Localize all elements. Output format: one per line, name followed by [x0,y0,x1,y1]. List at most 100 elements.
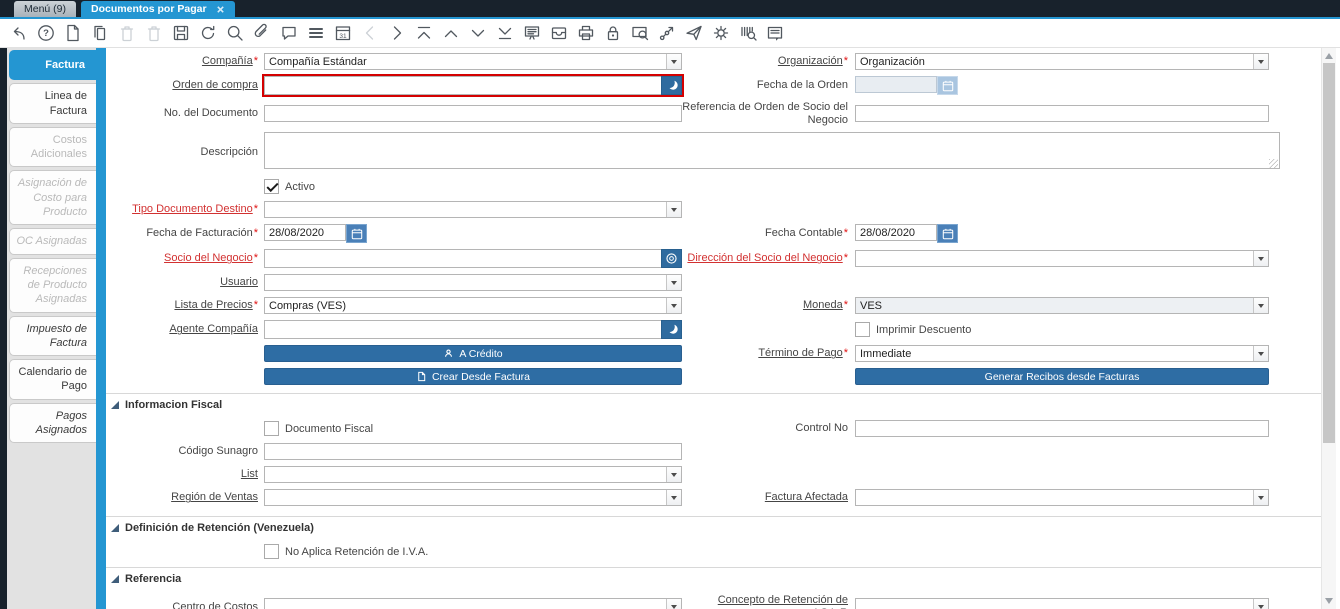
report-icon[interactable] [522,23,542,43]
window-tab-menu[interactable]: Menú (9) [14,1,76,17]
scrollbar-thumb[interactable] [1323,63,1335,443]
descripcion-textarea[interactable] [264,132,1280,169]
direccion-del-socio-label[interactable]: Dirección del Socio del Negocio [687,252,842,264]
chevron-down-icon[interactable] [666,275,681,290]
activo-checkbox[interactable] [264,179,279,194]
usuario-label[interactable]: Usuario [220,276,258,288]
chevron-down-icon[interactable] [666,467,681,482]
chevron-down-icon[interactable] [666,599,681,609]
collapse-section-icon[interactable] [111,401,119,409]
no-del-documento-input[interactable] [264,105,682,122]
collapse-section-icon[interactable] [111,524,119,532]
concepto-retencion-islr-select[interactable] [855,598,1269,609]
chevron-down-icon[interactable] [1253,490,1268,505]
generar-recibos-button[interactable]: Generar Recibos desde Facturas [855,368,1269,385]
preferences-icon[interactable] [711,23,731,43]
fecha-de-facturacion-input[interactable] [264,224,346,241]
codigo-sunagro-input[interactable] [264,443,682,460]
lista-de-precios-label[interactable]: Lista de Precios [174,299,252,311]
calendar-icon[interactable]: 31 [333,23,353,43]
centro-de-costos-label[interactable]: Centro de Costos [172,601,258,609]
factura-afectada-select[interactable] [855,489,1269,506]
chevron-down-icon[interactable] [666,54,681,69]
lista-de-precios-select[interactable]: Compras (VES) [264,297,682,314]
imprimir-descuento-checkbox[interactable] [855,322,870,337]
archive-icon[interactable] [549,23,569,43]
usuario-select[interactable] [264,274,682,291]
orden-de-compra-input[interactable] [264,76,661,95]
chevron-down-icon[interactable] [666,202,681,217]
nav-bottom-icon[interactable] [495,23,515,43]
orden-de-compra-label[interactable]: Orden de compra [172,79,258,91]
termino-de-pago-label[interactable]: Término de Pago [758,347,842,359]
concepto-retencion-islr-label[interactable]: Concepto de Retención de I.S.L.R [718,594,848,609]
chevron-down-icon[interactable] [1253,298,1268,313]
orden-de-compra-lookup-button[interactable] [661,76,682,95]
print-icon[interactable] [576,23,596,43]
compania-select[interactable]: Compañía Estándar [264,53,682,70]
send-icon[interactable] [684,23,704,43]
chevron-down-icon[interactable] [1253,346,1268,361]
chevron-down-icon[interactable] [666,490,681,505]
new-record-icon[interactable] [63,23,83,43]
referencia-orden-socio-input[interactable] [855,105,1269,122]
close-tab-icon[interactable] [216,5,225,14]
chevron-down-icon[interactable] [666,298,681,313]
attachment-icon[interactable] [252,23,272,43]
socio-del-negocio-input[interactable] [264,249,661,268]
sidebar-tab-pagos-asignados[interactable]: Pagos Asignados [9,403,96,444]
nav-up-icon[interactable] [441,23,461,43]
toggle-list-icon[interactable] [306,23,326,43]
chevron-down-icon[interactable] [1253,251,1268,266]
chat-icon[interactable] [279,23,299,43]
save-icon[interactable] [171,23,191,43]
tipo-documento-destino-label[interactable]: Tipo Documento Destino [132,203,253,215]
moneda-label[interactable]: Moneda [803,299,843,311]
factura-afectada-label[interactable]: Factura Afectada [765,491,848,503]
nav-right-icon[interactable] [387,23,407,43]
no-aplica-retencion-iva-checkbox[interactable] [264,544,279,559]
agente-compania-label[interactable]: Agente Compañía [169,323,258,335]
collapse-section-icon[interactable] [111,575,119,583]
sidebar-tab-calendario-de-pago[interactable]: Calendario de Pago [9,359,96,400]
scroll-down-icon[interactable] [1325,598,1333,604]
moneda-select[interactable]: VES [855,297,1269,314]
agente-compania-input[interactable] [264,320,661,339]
control-no-input[interactable] [855,420,1269,437]
tipo-documento-destino-select[interactable] [264,201,682,218]
chevron-down-icon[interactable] [1253,54,1268,69]
list-select[interactable] [264,466,682,483]
socio-del-negocio-label[interactable]: Socio del Negocio [164,252,253,264]
undo-icon[interactable] [9,23,29,43]
business-partner-search-icon[interactable] [661,249,682,268]
nav-down-icon[interactable] [468,23,488,43]
nav-top-icon[interactable] [414,23,434,43]
region-de-ventas-label[interactable]: Región de Ventas [171,491,258,503]
documento-fiscal-checkbox[interactable] [264,421,279,436]
product-info-icon[interactable] [738,23,758,43]
list-label[interactable]: List [241,468,258,480]
sidebar-tab-impuesto-de-factura[interactable]: Impuesto de Factura [9,316,96,357]
scroll-up-icon[interactable] [1325,53,1333,59]
crear-desde-factura-button[interactable]: Crear Desde Factura [264,368,682,385]
copy-record-icon[interactable] [90,23,110,43]
calendar-icon[interactable] [346,224,367,243]
centro-de-costos-select[interactable] [264,598,682,609]
zoom-across-icon[interactable] [630,23,650,43]
sidebar-tab-linea-de-factura[interactable]: Linea de Factura [9,83,96,124]
find-icon[interactable] [225,23,245,43]
help-icon[interactable]: ? [36,23,56,43]
direccion-del-socio-select[interactable] [855,250,1269,267]
calendar-icon[interactable] [937,224,958,243]
help-panel-icon[interactable] [765,23,785,43]
lock-icon[interactable] [603,23,623,43]
fecha-contable-input[interactable] [855,224,937,241]
sidebar-tab-factura[interactable]: Factura [9,50,96,80]
vertical-scrollbar[interactable] [1321,48,1336,609]
refresh-icon[interactable] [198,23,218,43]
termino-de-pago-select[interactable]: Immediate [855,345,1269,362]
compania-label[interactable]: Compañía [202,55,253,67]
organizacion-select[interactable]: Organización [855,53,1269,70]
resize-handle[interactable] [1269,159,1278,168]
region-de-ventas-select[interactable] [264,489,682,506]
